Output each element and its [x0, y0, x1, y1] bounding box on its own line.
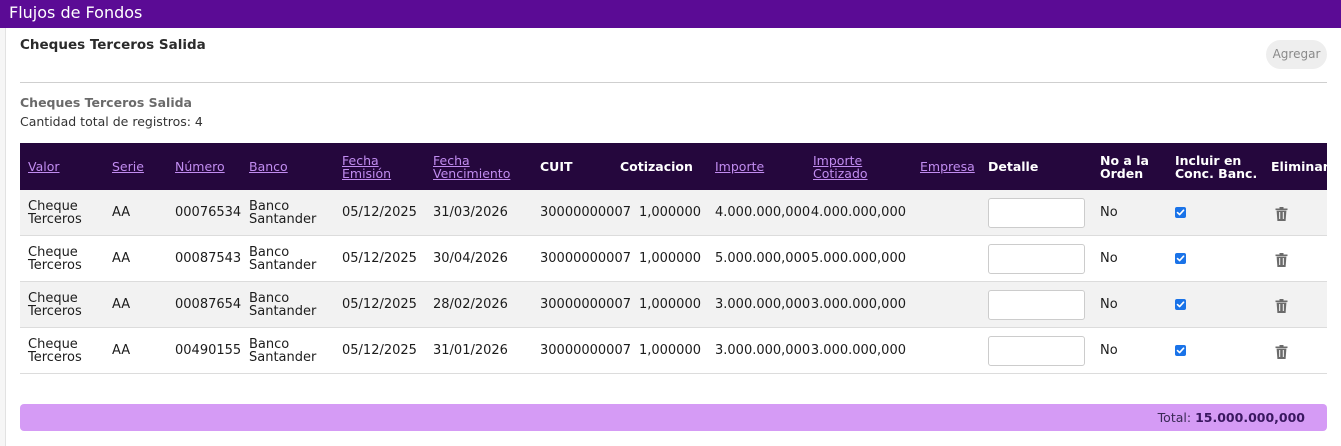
cell-fecha-emision: 05/12/2025: [342, 297, 417, 312]
cell-fecha-emision: 05/12/2025: [342, 205, 417, 220]
cell-importe-cotizado: 4.000.000,000: [810, 205, 906, 220]
cell-serie: AA: [112, 343, 131, 358]
cell-no-a-la-orden: No: [1100, 343, 1118, 358]
column-header-cuit: CUIT: [540, 159, 573, 174]
column-header-detalle: Detalle: [988, 159, 1039, 174]
cell-importe-cotizado: 5.000.000,000: [810, 251, 906, 266]
cell-fecha-emision: 05/12/2025: [342, 251, 417, 266]
grid-subtitle: Cheques Terceros Salida: [20, 95, 192, 110]
column-header-incluir-conc-banc: Incluir en Conc. Banc.: [1175, 152, 1258, 181]
cell-cuit: 30000000007: [540, 205, 631, 220]
incluir-conc-banc-checkbox[interactable]: [1175, 207, 1186, 218]
cell-banco: Banco Santander: [249, 336, 317, 365]
table-row: Cheque Terceros AA 00087543 Banco Santander…: [20, 236, 1327, 282]
cell-fecha-emision: 05/12/2025: [342, 343, 417, 358]
column-header-fecha-vencimiento[interactable]: Fecha Vencimiento: [433, 143, 538, 190]
cell-empresa: [920, 328, 985, 373]
cell-serie: AA: [112, 297, 131, 312]
cell-no-a-la-orden: No: [1100, 297, 1118, 312]
incluir-conc-banc-checkbox[interactable]: [1175, 253, 1186, 264]
cell-serie: AA: [112, 205, 131, 220]
cell-no-a-la-orden: No: [1100, 251, 1118, 266]
cell-cotizacion: 1,000000: [638, 251, 701, 266]
trash-icon[interactable]: [1275, 252, 1288, 267]
column-header-importe[interactable]: Importe: [715, 143, 810, 190]
cell-valor: Cheque Terceros: [28, 244, 82, 273]
cell-importe-cotizado: 3.000.000,000: [810, 343, 906, 358]
cell-fecha-vencimiento: 31/01/2026: [433, 343, 508, 358]
column-header-cotizacion: Cotizacion: [620, 159, 693, 174]
cell-numero: 00087543: [175, 251, 242, 266]
cell-valor: Cheque Terceros: [28, 290, 82, 319]
column-header-no-a-la-orden: No a la Orden: [1100, 152, 1149, 181]
cell-importe: 5.000.000,000: [715, 251, 811, 266]
cell-cotizacion: 1,000000: [638, 343, 701, 358]
left-border: [0, 28, 6, 446]
cell-numero: 00076534: [175, 205, 242, 220]
window-title: Flujos de Fondos: [0, 0, 1341, 28]
cell-empresa: [920, 190, 985, 235]
cell-valor: Cheque Terceros: [28, 198, 82, 227]
divider: [20, 82, 1327, 83]
cell-importe-cotizado: 3.000.000,000: [810, 297, 906, 312]
cell-banco: Banco Santander: [249, 244, 317, 273]
cell-importe: 3.000.000,000: [715, 343, 811, 358]
cell-no-a-la-orden: No: [1100, 205, 1118, 220]
column-header-eliminar: Eliminar: [1271, 159, 1329, 174]
cell-numero: 00087654: [175, 297, 242, 312]
column-header-banco[interactable]: Banco: [249, 143, 339, 190]
cell-numero: 00490155: [175, 343, 242, 358]
cell-cotizacion: 1,000000: [638, 297, 701, 312]
detalle-input[interactable]: [988, 198, 1085, 228]
column-header-fecha-emision[interactable]: Fecha Emisión: [342, 143, 430, 190]
cell-fecha-vencimiento: 28/02/2026: [433, 297, 508, 312]
trash-icon[interactable]: [1275, 298, 1288, 313]
column-header-numero[interactable]: Número: [175, 143, 245, 190]
cell-empresa: [920, 282, 985, 327]
total-bar: Total: 15.000.000,000: [20, 404, 1327, 431]
detalle-input[interactable]: [988, 336, 1085, 366]
trash-icon[interactable]: [1275, 344, 1288, 359]
column-header-empresa[interactable]: Empresa: [920, 143, 985, 190]
incluir-conc-banc-checkbox[interactable]: [1175, 345, 1186, 356]
detalle-input[interactable]: [988, 290, 1085, 320]
cheques-table: Valor Serie Número Banco Fecha Emisión Fecha …: [20, 143, 1329, 374]
cell-banco: Banco Santander: [249, 290, 317, 319]
table-row: Cheque Terceros AA 00076534 Banco Santander…: [20, 190, 1327, 236]
record-count: Cantidad total de registros: 4: [20, 114, 203, 129]
table-header: Valor Serie Número Banco Fecha Emisión Fecha …: [20, 143, 1329, 190]
detalle-input[interactable]: [988, 244, 1085, 274]
cell-valor: Cheque Terceros: [28, 336, 82, 365]
cell-importe: 4.000.000,000: [715, 205, 811, 220]
table-body: Cheque Terceros AA 00076534 Banco Santander…: [20, 190, 1327, 374]
total-value: 15.000.000,000: [1195, 410, 1305, 425]
column-header-importe-cotizado[interactable]: Importe Cotizado: [813, 143, 913, 190]
table-row: Cheque Terceros AA 00087654 Banco Santander…: [20, 282, 1327, 328]
cell-cuit: 30000000007: [540, 251, 631, 266]
cell-fecha-vencimiento: 30/04/2026: [433, 251, 508, 266]
cell-cotizacion: 1,000000: [638, 205, 701, 220]
section-title: Cheques Terceros Salida: [20, 37, 206, 53]
cell-serie: AA: [112, 251, 131, 266]
cell-importe: 3.000.000,000: [715, 297, 811, 312]
column-header-valor[interactable]: Valor: [28, 143, 108, 190]
cell-empresa: [920, 236, 985, 281]
add-button[interactable]: Agregar: [1266, 40, 1327, 69]
trash-icon[interactable]: [1275, 206, 1288, 221]
total-label: Total:: [1157, 410, 1192, 425]
cell-cuit: 30000000007: [540, 343, 631, 358]
table-row: Cheque Terceros AA 00490155 Banco Santander…: [20, 328, 1327, 374]
cell-cuit: 30000000007: [540, 297, 631, 312]
cell-fecha-vencimiento: 31/03/2026: [433, 205, 508, 220]
column-header-serie[interactable]: Serie: [112, 143, 172, 190]
cell-banco: Banco Santander: [249, 198, 317, 227]
incluir-conc-banc-checkbox[interactable]: [1175, 299, 1186, 310]
